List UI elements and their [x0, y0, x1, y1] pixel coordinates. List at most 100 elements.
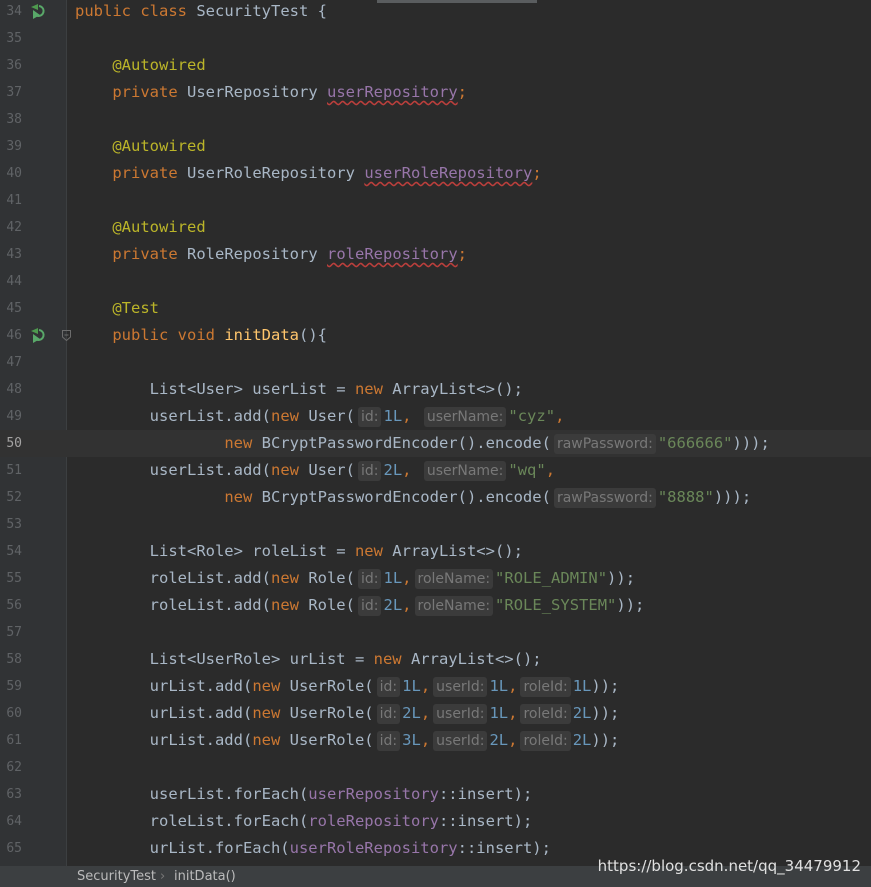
code-text: List<User> userList = new ArrayList<>();	[149, 380, 523, 398]
code-text: private UserRoleRepository userRoleRepos…	[112, 164, 542, 182]
code-line: 54 List<Role> roleList = new ArrayList<>…	[0, 538, 871, 565]
code-line: 53	[0, 511, 871, 538]
code-line: 58 List<UserRole> urList = new ArrayList…	[0, 646, 871, 673]
code-line: 62	[0, 754, 871, 781]
line-number: 65	[6, 841, 22, 856]
parameter-hint: id:	[357, 596, 382, 616]
parameter-hint: roleName:	[414, 596, 494, 616]
parameter-hint: userId:	[433, 704, 488, 724]
code-text: @Autowired	[112, 218, 206, 236]
parameter-hint: userName:	[423, 407, 507, 427]
code-text: roleList.add(new Role(id: 1L, roleName: "RO…	[149, 569, 636, 589]
code-line: 35	[0, 25, 871, 52]
code-text: userList.forEach(userRepository::insert)…	[149, 785, 533, 803]
code-text: new BCryptPasswordEncoder().encode(rawPa…	[224, 434, 770, 454]
parameter-hint: roleId:	[520, 731, 571, 751]
run-test-icon[interactable]	[29, 326, 47, 344]
code-line: 42 @Autowired	[0, 214, 871, 241]
code-line: 59 urList.add(new UserRole(id: 1L, userId:…	[0, 673, 871, 700]
breadcrumb-separator: ›	[160, 869, 166, 884]
code-text: urList.forEach(userRoleRepository::inser…	[149, 839, 551, 857]
parameter-hint: userName:	[423, 461, 507, 481]
code-line: 57	[0, 619, 871, 646]
code-line: 34 public class SecurityTest {	[0, 0, 871, 25]
line-number: 64	[6, 814, 22, 829]
parameter-hint: id:	[376, 731, 401, 751]
code-line: 60 urList.add(new UserRole(id: 2L, userId:…	[0, 700, 871, 727]
breadcrumb-class[interactable]: SecurityTest	[77, 866, 156, 887]
code-line: 61 urList.add(new UserRole(id: 3L, userId:…	[0, 727, 871, 754]
code-text: public class SecurityTest {	[75, 2, 327, 20]
code-line: 47	[0, 349, 871, 376]
line-number: 47	[6, 355, 22, 370]
code-line-current: 50 new BCryptPasswordEncoder().encode(ra…	[0, 430, 871, 457]
code-text: private RoleRepository roleRepository;	[112, 245, 467, 263]
line-number: 36	[6, 58, 22, 73]
code-text: userList.add(new User(id: 1L, userName: "c…	[149, 407, 565, 427]
line-number: 56	[6, 598, 22, 613]
code-line: 55 roleList.add(new Role(id: 1L, roleName:…	[0, 565, 871, 592]
code-line: 38	[0, 106, 871, 133]
line-number: 55	[6, 571, 22, 586]
line-number: 35	[6, 31, 22, 46]
code-text: urList.add(new UserRole(id: 1L, userId: 1L,…	[149, 677, 620, 697]
code-text: private UserRepository userRepository;	[112, 83, 467, 101]
code-line: 39 @Autowired	[0, 133, 871, 160]
line-number: 53	[6, 517, 22, 532]
parameter-hint: rawPassword:	[553, 434, 656, 454]
parameter-hint: id:	[357, 461, 382, 481]
line-number: 38	[6, 112, 22, 127]
code-text: roleList.forEach(roleRepository::insert)…	[149, 812, 533, 830]
code-text: List<Role> roleList = new ArrayList<>();	[149, 542, 523, 560]
code-line: 46 public void initData(){	[0, 322, 871, 349]
line-number: 51	[6, 463, 22, 478]
line-number: 54	[6, 544, 22, 559]
line-number: 40	[6, 166, 22, 181]
line-number: 60	[6, 706, 22, 721]
code-line: 63 userList.forEach(userRepository::inse…	[0, 781, 871, 808]
line-number: 46	[6, 328, 22, 343]
code-text: urList.add(new UserRole(id: 3L, userId: 2L,…	[149, 731, 620, 751]
parameter-hint: roleId:	[520, 677, 571, 697]
code-text: new BCryptPasswordEncoder().encode(rawPa…	[224, 488, 752, 508]
code-text: roleList.add(new Role(id: 2L, roleName: "RO…	[149, 596, 645, 616]
line-number: 48	[6, 382, 22, 397]
code-text: List<UserRole> urList = new ArrayList<>(…	[149, 650, 542, 668]
parameter-hint: rawPassword:	[553, 488, 656, 508]
parameter-hint: id:	[376, 677, 401, 697]
parameter-hint: id:	[376, 704, 401, 724]
watermark: https://blog.csdn.net/qq_34479912	[597, 857, 861, 875]
fold-marker-icon[interactable]	[62, 330, 71, 341]
line-number: 41	[6, 193, 22, 208]
line-number: 61	[6, 733, 22, 748]
code-text: userList.add(new User(id: 2L, userName: "w…	[149, 461, 556, 481]
line-number: 49	[6, 409, 22, 424]
line-number: 52	[6, 490, 22, 505]
code-text: urList.add(new UserRole(id: 2L, userId: 1L,…	[149, 704, 620, 724]
code-line: 45 @Test	[0, 295, 871, 322]
parameter-hint: id:	[357, 407, 382, 427]
code-text: public void initData(){	[112, 326, 327, 344]
parameter-hint: userId:	[433, 677, 488, 697]
line-number: 59	[6, 679, 22, 694]
line-number: 37	[6, 85, 22, 100]
run-test-icon[interactable]	[29, 2, 47, 20]
code-line: 37 private UserRepository userRepository…	[0, 79, 871, 106]
code-line: 52 new BCryptPasswordEncoder().encode(ra…	[0, 484, 871, 511]
code-line: 48 List<User> userList = new ArrayList<>…	[0, 376, 871, 403]
parameter-hint: roleName:	[414, 569, 494, 589]
code-line: 64 roleList.forEach(roleRepository::inse…	[0, 808, 871, 835]
breadcrumb-method[interactable]: initData()	[174, 866, 236, 887]
code-line: 44	[0, 268, 871, 295]
line-number: 43	[6, 247, 22, 262]
code-line: 36 @Autowired	[0, 52, 871, 79]
code-line: 43 private RoleRepository roleRepository…	[0, 241, 871, 268]
line-number: 44	[6, 274, 22, 289]
parameter-hint: userId:	[433, 731, 488, 751]
code-text: @Autowired	[112, 137, 206, 155]
line-number: 45	[6, 301, 22, 316]
line-number: 57	[6, 625, 22, 640]
parameter-hint: id:	[357, 569, 382, 589]
line-number: 63	[6, 787, 22, 802]
line-number: 62	[6, 760, 22, 775]
